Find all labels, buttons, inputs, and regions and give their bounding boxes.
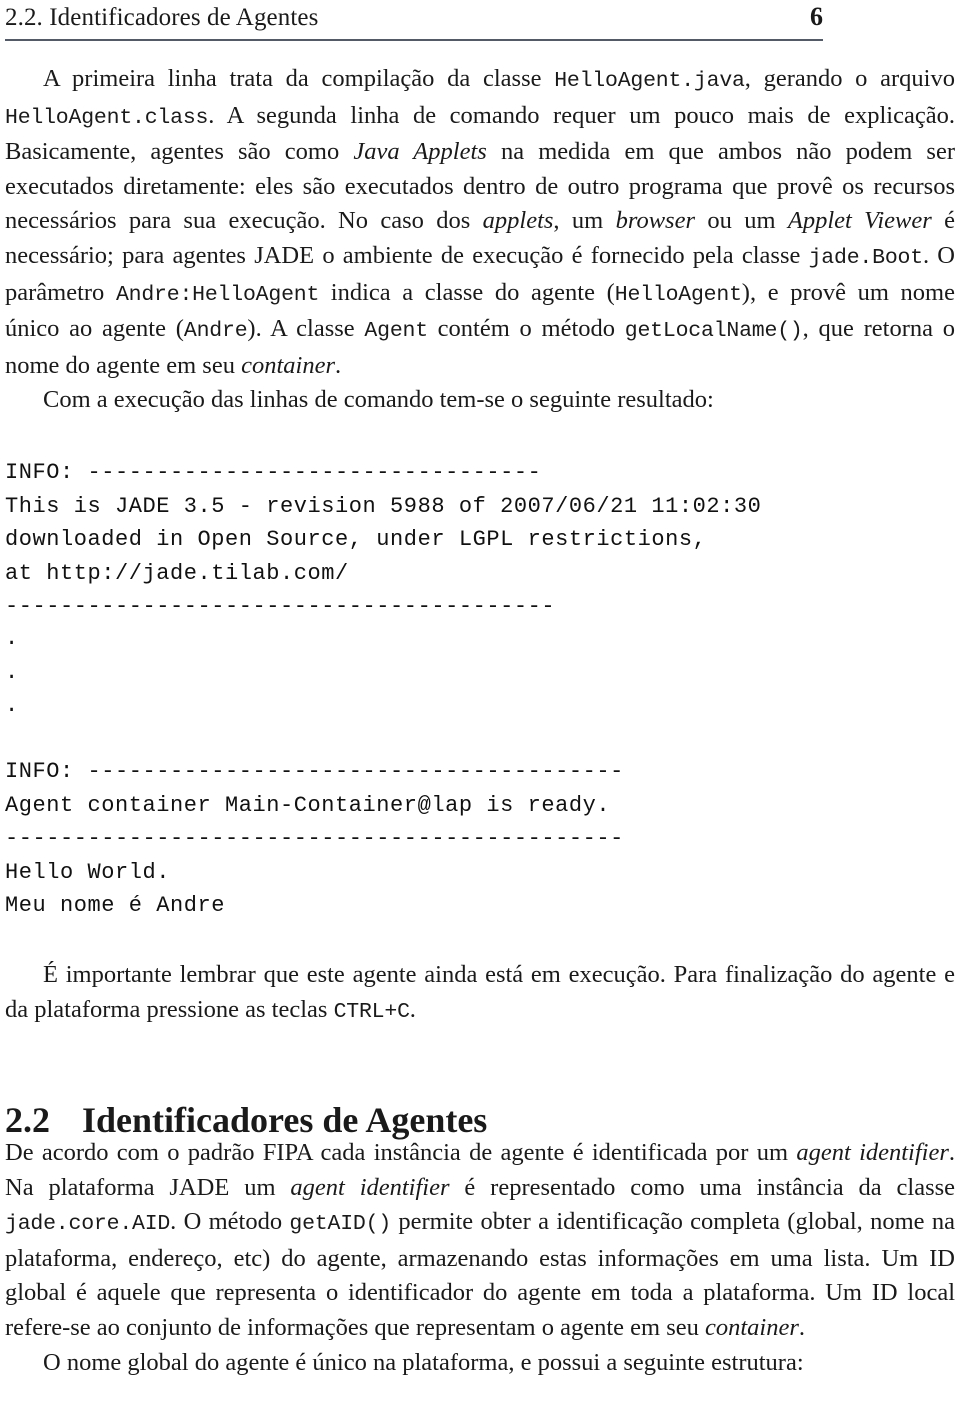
text-run: é representado como uma instância da cla…	[449, 1173, 956, 1201]
paragraph-agent-identifier: De acordo com o padrão FIPA cada instânc…	[5, 1136, 955, 1346]
inline-code-jade-core-aid: jade.core.AID	[5, 1212, 171, 1237]
running-header: 2.2. Identificadores de Agentes 6	[5, 2, 823, 33]
text-run: . O método	[170, 1208, 290, 1236]
inline-code-getaid: getAID()	[289, 1212, 392, 1237]
text-run: , um	[553, 207, 616, 235]
text-run: indica a classe do agente (	[319, 278, 615, 306]
text-run: .	[409, 995, 416, 1023]
code-block-jade-banner: INFO: --------------------------------- …	[5, 460, 762, 619]
inline-code-helloagent: HelloAgent	[614, 282, 742, 307]
inline-code-helloagent-java: HelloAgent.java	[554, 69, 745, 93]
header-rule-divider	[5, 39, 823, 41]
italic-container-2: container	[704, 1313, 799, 1341]
header-page-number: 6	[810, 2, 823, 31]
inline-code-helloagent-class: HelloAgent.class	[5, 105, 209, 130]
italic-java-applets: Java Applets	[353, 138, 487, 166]
inline-code-ctrl-c: CTRL+C	[333, 999, 410, 1024]
inline-code-jade-boot: jade.Boot	[808, 245, 924, 270]
text-run: ). A classe	[247, 315, 365, 343]
italic-container: container	[241, 351, 335, 379]
paragraph-execution-result: Com a execução das linhas de comando tem…	[43, 386, 714, 414]
inline-code-andre: Andre	[183, 319, 248, 344]
text-run: De acordo com o padrão FIPA cada instânc…	[5, 1139, 797, 1166]
section-number: 2.2	[5, 1099, 50, 1140]
italic-agent-identifier-1: agent identifier	[796, 1139, 949, 1166]
text-run: A primeira linha trata da compilação da …	[43, 65, 555, 92]
italic-applet-viewer: Applet Viewer	[787, 207, 932, 235]
text-run: ou um	[695, 207, 788, 235]
tail-text-region: De acordo com o padrão FIPA cada instânc…	[5, 1136, 955, 1380]
italic-agent-identifier-2: agent identifier	[290, 1173, 450, 1201]
inline-code-getlocalname: getLocalName()	[624, 319, 803, 344]
body-text-region: A primeira linha trata da compilação da …	[5, 62, 955, 418]
section-title: Identificadores de Agentes	[82, 1099, 488, 1140]
italic-browser: browser	[615, 207, 695, 235]
italic-applets: applets	[482, 207, 554, 235]
text-run: .	[798, 1313, 806, 1341]
paragraph-ctrlc-region: É importante lembrar que este agente ain…	[5, 958, 955, 1029]
document-page: 2.2. Identificadores de Agentes 6 A prim…	[0, 0, 960, 1404]
header-section-title: 2.2. Identificadores de Agentes	[5, 4, 319, 31]
text-run: .	[334, 351, 342, 379]
text-run: contém o método	[427, 315, 625, 343]
text-run: , gerando o arquivo	[744, 65, 955, 92]
code-block-agent-output: INFO: ----------------------------------…	[5, 759, 624, 918]
text-run: É importante lembrar que este agente ain…	[5, 961, 955, 1023]
paragraph-global-name: O nome global do agente é único na plata…	[43, 1348, 804, 1376]
inline-code-agent: Agent	[364, 319, 428, 344]
paragraph-ctrlc: É importante lembrar que este agente ain…	[5, 958, 955, 1029]
code-block-ellipsis: . . .	[5, 626, 19, 718]
inline-code-andre-helloagent: Andre:HelloAgent	[115, 282, 320, 307]
paragraph-compilation: A primeira linha trata da compilação da …	[5, 62, 955, 383]
